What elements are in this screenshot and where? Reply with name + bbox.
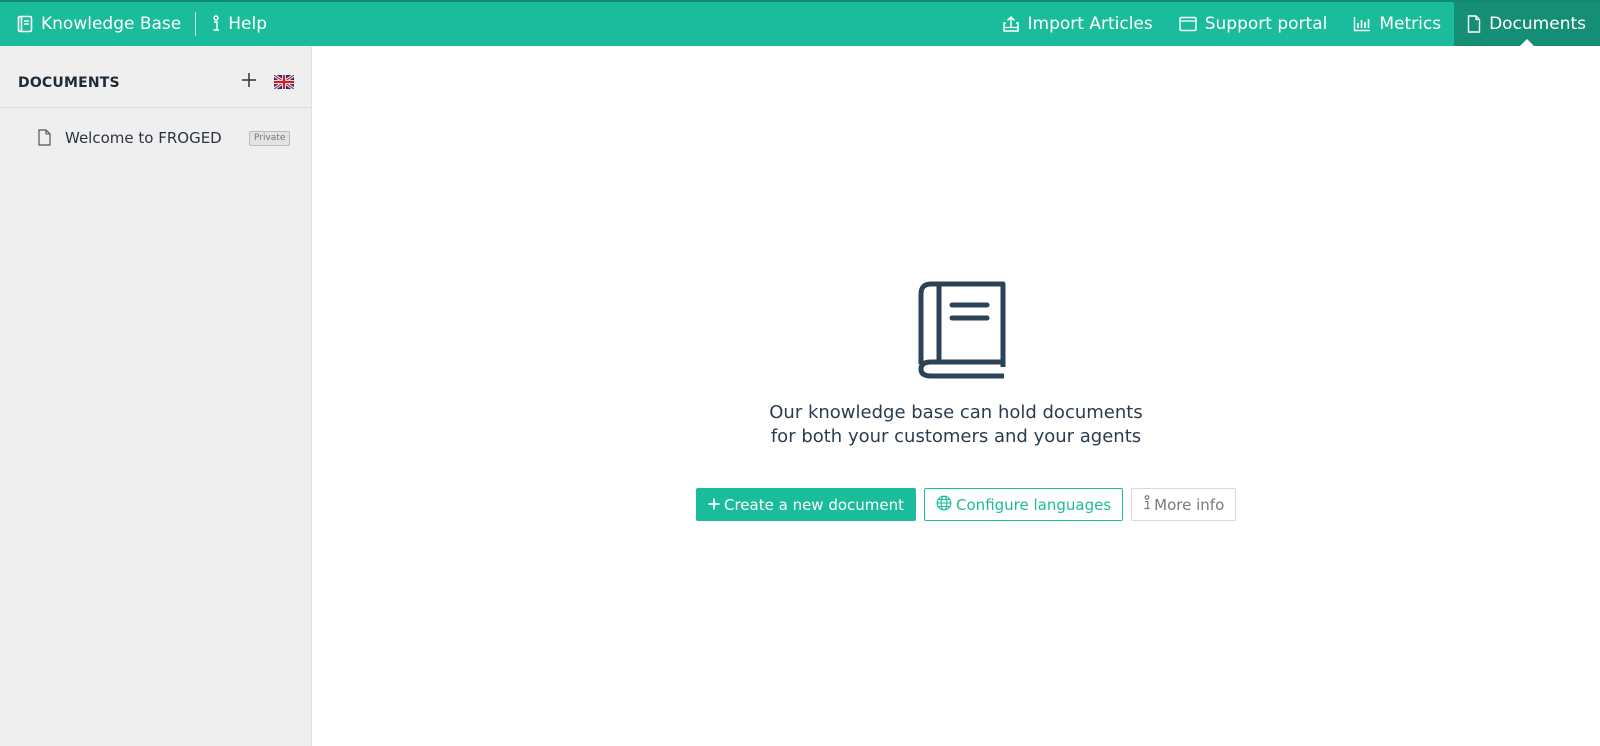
uk-flag-icon[interactable] bbox=[273, 73, 295, 91]
more-info-label: More info bbox=[1154, 495, 1225, 514]
more-info-button[interactable]: More info bbox=[1131, 488, 1237, 521]
info-icon bbox=[211, 15, 221, 33]
book-icon bbox=[17, 15, 33, 33]
browser-window-icon bbox=[1178, 16, 1197, 32]
sidebar-title: DOCUMENTS bbox=[18, 75, 120, 91]
knowledge-base-title-label: Knowledge Base bbox=[41, 14, 182, 34]
plus-icon[interactable] bbox=[241, 72, 257, 88]
nav-documents[interactable]: Documents bbox=[1454, 2, 1600, 46]
help-label: Help bbox=[228, 14, 268, 34]
sidebar-header: DOCUMENTS bbox=[0, 46, 311, 108]
document-title: Welcome to FROGED bbox=[65, 129, 222, 147]
nav-import-articles[interactable]: Import Articles bbox=[989, 2, 1166, 46]
empty-state-actions: Create a new document Configure language… bbox=[696, 488, 1237, 521]
empty-state-line-2: for both your customers and your agents bbox=[770, 426, 1142, 447]
info-icon bbox=[1143, 494, 1151, 515]
divider bbox=[195, 12, 197, 36]
help-link[interactable]: Help bbox=[211, 2, 267, 46]
bar-chart-icon bbox=[1353, 16, 1371, 32]
nav-metrics[interactable]: Metrics bbox=[1340, 2, 1454, 46]
create-document-label: Create a new document bbox=[724, 495, 905, 514]
plus-icon bbox=[708, 496, 720, 514]
top-bar-left: Knowledge Base Help bbox=[0, 2, 267, 46]
top-nav: Import Articles Support portal Metrics D… bbox=[989, 2, 1600, 46]
configure-languages-button[interactable]: Configure languages bbox=[924, 488, 1124, 521]
main-content: Our knowledge base can hold documents fo… bbox=[312, 46, 1600, 746]
empty-state-message: Our knowledge base can hold documents fo… bbox=[656, 401, 1256, 449]
documents-sidebar: DOCUMENTS Welcome to FROGED Private bbox=[0, 46, 312, 746]
configure-languages-label: Configure languages bbox=[956, 495, 1112, 514]
document-icon bbox=[1467, 15, 1481, 33]
document-list-item[interactable]: Welcome to FROGED Private bbox=[0, 124, 311, 152]
top-bar: Knowledge Base Help Import Articles Supp… bbox=[0, 0, 1600, 46]
nav-label: Documents bbox=[1489, 14, 1586, 34]
book-icon bbox=[916, 280, 1008, 380]
nav-support-portal[interactable]: Support portal bbox=[1166, 2, 1341, 46]
upload-icon bbox=[1002, 15, 1020, 33]
nav-label: Import Articles bbox=[1027, 14, 1153, 34]
globe-icon bbox=[936, 495, 952, 515]
empty-state-line-1: Our knowledge base can hold documents bbox=[769, 402, 1143, 423]
knowledge-base-title[interactable]: Knowledge Base bbox=[17, 2, 181, 46]
visibility-badge: Private bbox=[249, 131, 291, 146]
nav-label: Metrics bbox=[1379, 14, 1442, 34]
nav-label: Support portal bbox=[1204, 14, 1328, 34]
document-icon bbox=[38, 129, 51, 150]
create-document-button[interactable]: Create a new document bbox=[696, 488, 917, 521]
